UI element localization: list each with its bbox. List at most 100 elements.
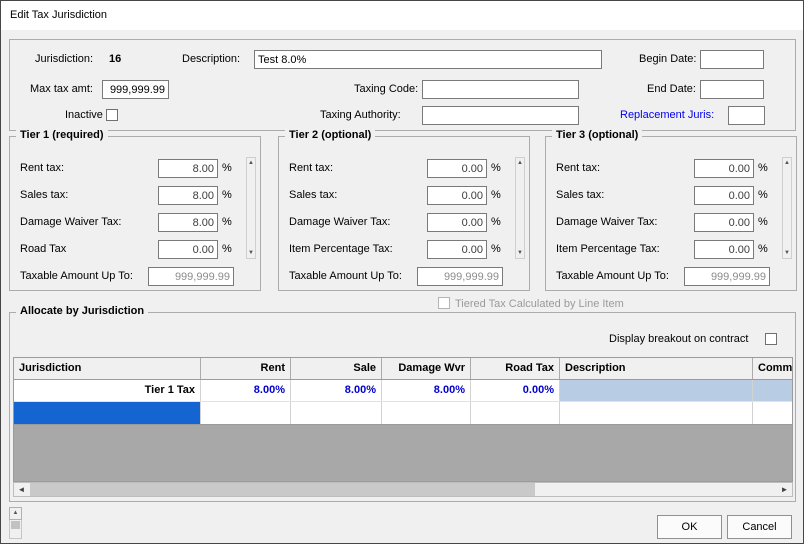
tier1-damage-waiver-percent: % bbox=[222, 216, 232, 228]
header-sale: Sale bbox=[291, 358, 382, 379]
tier1-rent-tax-percent: % bbox=[222, 162, 232, 174]
tier1-group: Tier 1 (required) Rent tax: % Sales tax:… bbox=[9, 129, 261, 291]
table-row-empty bbox=[14, 402, 792, 424]
taxing-authority-input[interactable] bbox=[422, 106, 579, 125]
scrollbar-thumb[interactable] bbox=[30, 483, 535, 496]
table-dead-area bbox=[13, 425, 793, 482]
tier1-road-tax-percent: % bbox=[222, 243, 232, 255]
tier1-taxable-input[interactable] bbox=[148, 267, 234, 286]
scroll-right-icon[interactable]: ► bbox=[777, 483, 792, 496]
replacement-juris-input[interactable] bbox=[728, 106, 765, 125]
tiered-line-item-label: Tiered Tax Calculated by Line Item bbox=[455, 298, 624, 310]
tier2-sales-tax-input[interactable] bbox=[427, 186, 487, 205]
cancel-button[interactable]: Cancel bbox=[727, 515, 792, 539]
scroll-left-icon[interactable]: ◄ bbox=[14, 483, 29, 496]
ok-button[interactable]: OK bbox=[657, 515, 722, 539]
end-date-input[interactable] bbox=[700, 80, 764, 99]
tier3-group: Tier 3 (optional) Rent tax: % Sales tax:… bbox=[545, 129, 797, 291]
selected-cell[interactable] bbox=[14, 402, 201, 424]
header-comments: Comme bbox=[758, 362, 792, 374]
tier3-taxable-input[interactable] bbox=[684, 267, 770, 286]
header-group: Jurisdiction: 16 Description: Begin Date… bbox=[9, 39, 796, 131]
tier3-title: Tier 3 (optional) bbox=[552, 129, 643, 141]
taxing-code-input[interactable] bbox=[422, 80, 579, 99]
empty-cell[interactable] bbox=[753, 402, 792, 424]
scroll-down-icon[interactable]: ▼ bbox=[783, 249, 791, 257]
jurisdiction-label: Jurisdiction: bbox=[35, 53, 94, 65]
tier1-rent-tax-input[interactable] bbox=[158, 159, 218, 178]
empty-cell[interactable] bbox=[291, 402, 382, 424]
allocate-title: Allocate by Jurisdiction bbox=[16, 305, 149, 317]
begin-date-input[interactable] bbox=[700, 50, 764, 69]
tier3-item-percentage-percent: % bbox=[758, 243, 768, 255]
tier1-taxable-label: Taxable Amount Up To: bbox=[20, 270, 133, 282]
tiered-line-item-checkbox[interactable] bbox=[438, 297, 450, 309]
cell-road-tax[interactable]: 0.00% bbox=[471, 380, 560, 401]
header-rent: Rent bbox=[201, 358, 291, 379]
cell-description[interactable] bbox=[560, 380, 753, 401]
display-breakout-checkbox[interactable] bbox=[765, 333, 777, 345]
scroll-down-icon[interactable]: ▼ bbox=[247, 249, 255, 257]
inactive-label: Inactive bbox=[65, 109, 103, 121]
tier3-rent-tax-input[interactable] bbox=[694, 159, 754, 178]
tier2-damage-waiver-input[interactable] bbox=[427, 213, 487, 232]
tier3-damage-waiver-input[interactable] bbox=[694, 213, 754, 232]
tier2-scrollbar[interactable]: ▲ ▼ bbox=[515, 157, 525, 259]
scrollbar-track[interactable] bbox=[9, 520, 22, 539]
title-bar: Edit Tax Jurisdiction bbox=[1, 1, 803, 30]
cell-rent[interactable]: 8.00% bbox=[201, 380, 291, 401]
window-title: Edit Tax Jurisdiction bbox=[10, 9, 108, 21]
tier1-road-tax-input[interactable] bbox=[158, 240, 218, 259]
tier3-sales-tax-percent: % bbox=[758, 189, 768, 201]
description-input[interactable] bbox=[254, 50, 602, 69]
scroll-up-icon[interactable]: ▲ bbox=[516, 159, 524, 167]
stray-vertical-scrollbar[interactable]: ▲ bbox=[9, 507, 22, 539]
tier2-sales-tax-percent: % bbox=[491, 189, 501, 201]
header-description: Description bbox=[560, 358, 753, 379]
scrollbar-thumb[interactable] bbox=[11, 521, 20, 529]
cell-sale[interactable]: 8.00% bbox=[291, 380, 382, 401]
taxing-code-label: Taxing Code: bbox=[354, 83, 419, 95]
max-tax-label: Max tax amt: bbox=[30, 83, 93, 95]
scroll-up-icon[interactable]: ▲ bbox=[247, 159, 255, 167]
empty-cell[interactable] bbox=[471, 402, 560, 424]
cell-jurisdiction[interactable]: Tier 1 Tax bbox=[14, 380, 201, 401]
empty-cell[interactable] bbox=[382, 402, 471, 424]
table-horizontal-scrollbar[interactable]: ◄ ► bbox=[13, 482, 793, 497]
tier1-scrollbar[interactable]: ▲ ▼ bbox=[246, 157, 256, 259]
tier2-group: Tier 2 (optional) Rent tax: % Sales tax:… bbox=[278, 129, 530, 291]
tier1-damage-waiver-input[interactable] bbox=[158, 213, 218, 232]
tier3-item-percentage-input[interactable] bbox=[694, 240, 754, 259]
replacement-juris-link[interactable]: Replacement Juris: bbox=[620, 109, 714, 121]
tier1-sales-tax-input[interactable] bbox=[158, 186, 218, 205]
table-header-row: Jurisdiction Rent Sale Damage Wvr Road T… bbox=[14, 358, 792, 380]
cell-damage-wvr[interactable]: 8.00% bbox=[382, 380, 471, 401]
tier1-damage-waiver-label: Damage Waiver Tax: bbox=[20, 216, 122, 228]
tier3-rent-tax-percent: % bbox=[758, 162, 768, 174]
tier2-damage-waiver-label: Damage Waiver Tax: bbox=[289, 216, 391, 228]
tier2-title: Tier 2 (optional) bbox=[285, 129, 376, 141]
header-jurisdiction: Jurisdiction bbox=[14, 358, 201, 379]
tier2-rent-tax-percent: % bbox=[491, 162, 501, 174]
tier3-damage-waiver-percent: % bbox=[758, 216, 768, 228]
jurisdiction-value: 16 bbox=[109, 53, 122, 65]
inactive-checkbox[interactable] bbox=[106, 109, 118, 121]
display-breakout-label: Display breakout on contract bbox=[609, 333, 749, 345]
tier2-rent-tax-label: Rent tax: bbox=[289, 162, 334, 174]
scroll-up-icon[interactable]: ▲ bbox=[783, 159, 791, 167]
tier1-sales-tax-percent: % bbox=[222, 189, 232, 201]
header-road-tax: Road Tax bbox=[471, 358, 560, 379]
empty-cell[interactable] bbox=[560, 402, 753, 424]
begin-date-label: Begin Date: bbox=[639, 53, 697, 65]
tier3-scrollbar[interactable]: ▲ ▼ bbox=[782, 157, 792, 259]
tier2-rent-tax-input[interactable] bbox=[427, 159, 487, 178]
tier3-sales-tax-input[interactable] bbox=[694, 186, 754, 205]
scroll-down-icon[interactable]: ▼ bbox=[516, 249, 524, 257]
scroll-up-icon[interactable]: ▲ bbox=[9, 507, 22, 520]
max-tax-input[interactable] bbox=[102, 80, 169, 99]
tier2-taxable-input[interactable] bbox=[417, 267, 503, 286]
tier2-item-percentage-input[interactable] bbox=[427, 240, 487, 259]
edit-tax-jurisdiction-dialog: Edit Tax Jurisdiction Jurisdiction: 16 D… bbox=[0, 0, 804, 544]
cell-comments[interactable] bbox=[753, 380, 792, 401]
empty-cell[interactable] bbox=[201, 402, 291, 424]
